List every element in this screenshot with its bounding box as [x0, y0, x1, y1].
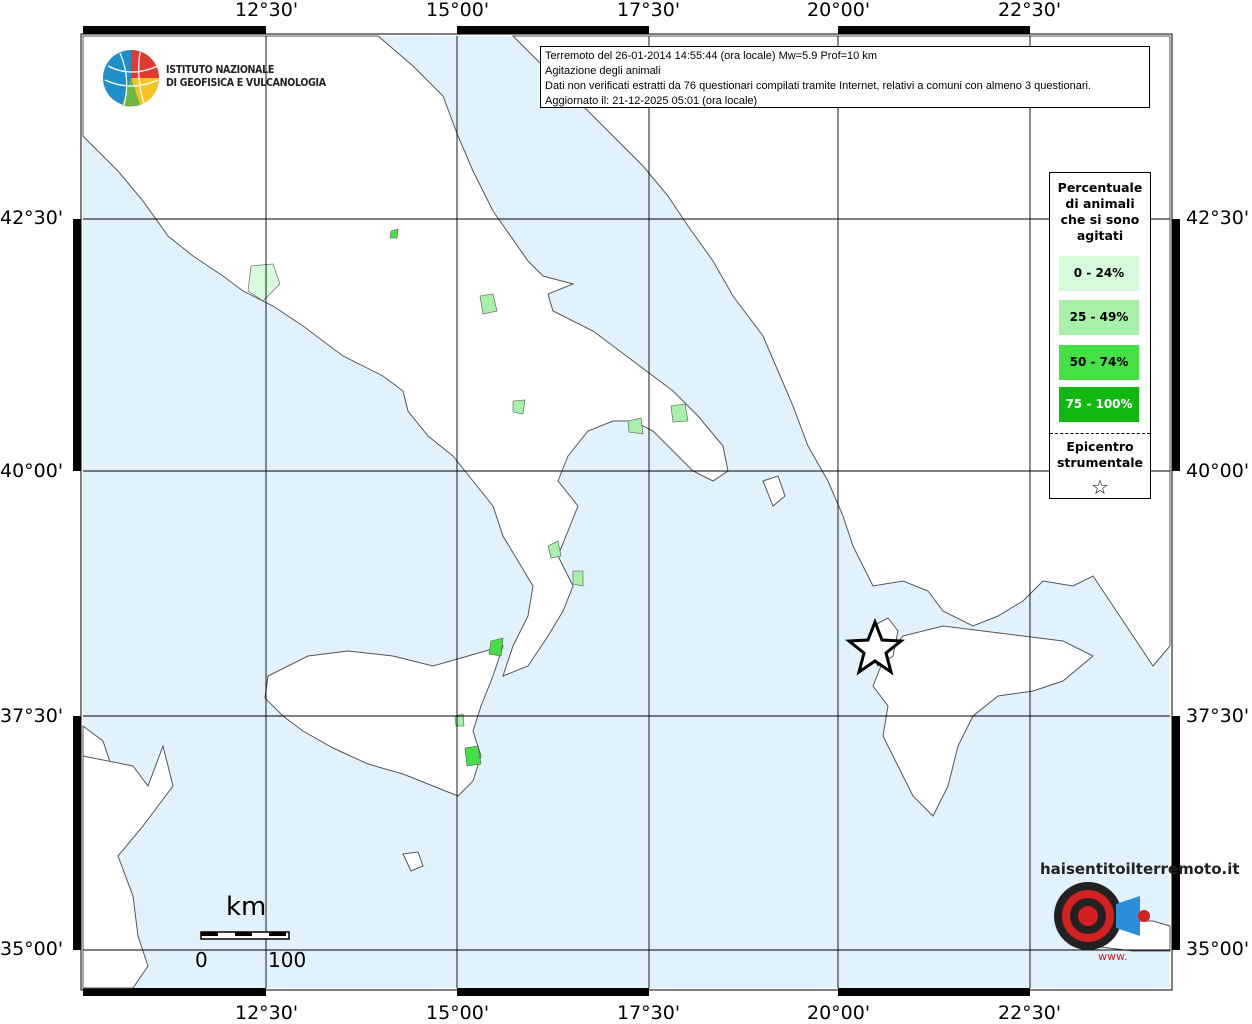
lon-label: 12°30'	[235, 0, 299, 21]
lat-label: 42°30'	[0, 207, 64, 229]
event-title: Terremoto del 26-01-2014 14:55:44 (ora l…	[545, 50, 878, 62]
lat-label: 37°30'	[0, 705, 64, 727]
scale-bar-graphic	[200, 931, 290, 940]
lon-label: 22°30'	[998, 1002, 1062, 1024]
haisentito-url: www.	[1098, 950, 1128, 963]
lon-label: 20°00'	[807, 0, 871, 21]
scale-unit: km	[226, 892, 267, 922]
lat-label: 37°30'	[1186, 705, 1250, 727]
lon-label: 15°00'	[426, 1002, 490, 1024]
map-canvas[interactable]	[73, 26, 1180, 996]
legend-separator	[1050, 433, 1150, 434]
legend-bin-0: 0 - 24%	[1059, 256, 1139, 291]
lon-label: 22°30'	[998, 0, 1062, 21]
lat-label: 40°00'	[1186, 460, 1250, 482]
lon-label: 17°30'	[617, 1002, 681, 1024]
lat-label: 40°00'	[0, 460, 64, 482]
scale-min: 0	[195, 948, 208, 972]
ingv-line2: DI GEOFISICA E VULCANOLOGIA	[166, 77, 326, 89]
lat-label: 42°30'	[1186, 207, 1250, 229]
lon-label: 12°30'	[235, 1002, 299, 1024]
legend-bin-2: 50 - 74%	[1059, 345, 1139, 380]
lon-label: 15°00'	[426, 0, 490, 21]
legend-bin-1: 25 - 49%	[1059, 300, 1139, 335]
legend-star-icon: ☆	[1091, 475, 1109, 499]
legend-title: Percentuale di animali che si sono agita…	[1057, 180, 1143, 243]
ingv-logo-text: ISTITUTO NAZIONALE DI GEOFISICA E VULCAN…	[166, 64, 326, 90]
legend-epicenter-label: Epicentro strumentale	[1056, 439, 1144, 470]
event-data-note: Dati non verificati estratti da 76 quest…	[545, 80, 1091, 92]
haisentito-text: haisentitoilterremoto.it	[1040, 860, 1240, 878]
scale-max: 100	[268, 948, 307, 972]
lat-label: 35°00'	[1186, 938, 1250, 960]
map-frame[interactable]	[73, 26, 1180, 996]
legend-bin-3: 75 - 100%	[1059, 387, 1139, 422]
lon-label: 17°30'	[617, 0, 681, 21]
ingv-line1: ISTITUTO NAZIONALE	[166, 64, 275, 76]
lat-label: 35°00'	[0, 938, 64, 960]
event-info-box: Terremoto del 26-01-2014 14:55:44 (ora l…	[540, 46, 1150, 108]
lon-label: 20°00'	[807, 1002, 871, 1024]
ingv-globe-icon	[103, 50, 160, 107]
event-subtitle: Agitazione degli animali	[545, 65, 661, 77]
legend: Percentuale di animali che si sono agita…	[1049, 172, 1151, 499]
event-updated: Aggiornato il: 21-12-2025 05:01 (ora loc…	[545, 95, 758, 107]
